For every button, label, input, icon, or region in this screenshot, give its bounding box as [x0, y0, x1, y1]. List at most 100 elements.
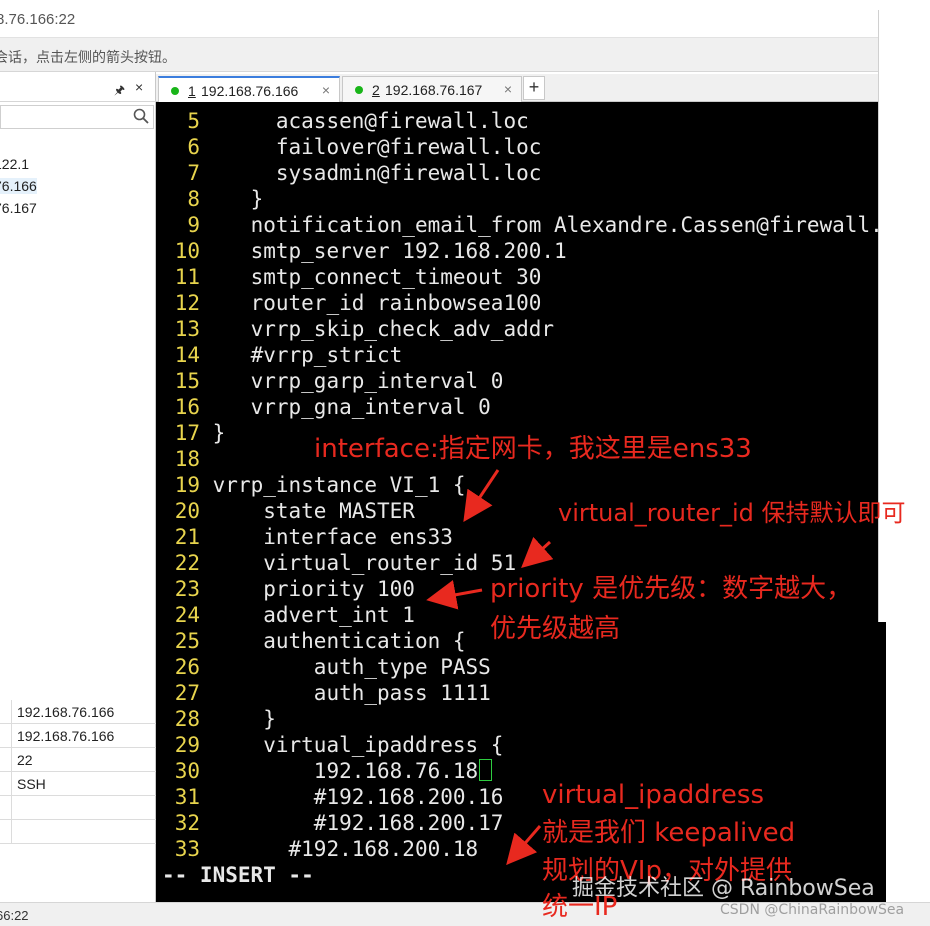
line-number: 20 [174, 499, 200, 523]
code-text: advert_int 1 [212, 603, 415, 627]
code-text: vrrp_garp_interval 0 [212, 369, 504, 393]
terminal-line: 14 #vrrp_strict [156, 342, 886, 368]
hint-bar: 会话，点击左侧的箭头按钮。 [0, 38, 930, 72]
line-number: 15 [174, 369, 200, 393]
line-number: 19 [174, 473, 200, 497]
terminal-line: 26 auth_type PASS [156, 654, 886, 680]
line-number: 8 [187, 187, 200, 211]
search-icon[interactable] [133, 108, 149, 124]
code-text: #192.168.200.16 [212, 785, 504, 809]
code-text: } [212, 707, 276, 731]
new-tab-button[interactable]: + [523, 76, 545, 100]
line-number: 31 [174, 785, 200, 809]
line-number: 30 [174, 759, 200, 783]
code-text: } [212, 421, 226, 445]
code-text: auth_type PASS [212, 655, 491, 679]
line-number: 7 [187, 161, 200, 185]
line-number: 10 [174, 239, 200, 263]
title-bar: 8.76.166:22 [0, 0, 930, 38]
line-number: 23 [174, 577, 200, 601]
terminal-line: 30 192.168.76.18 [156, 758, 886, 784]
terminal-line: 5 acassen@firewall.loc [156, 108, 886, 134]
session-properties: 192.168.76.166 192.168.76.166 22 SSH [0, 700, 156, 844]
property-row [0, 796, 156, 820]
line-number: 18 [174, 447, 200, 471]
terminal-line: 13 vrrp_skip_check_adv_addr [156, 316, 886, 342]
terminal-line: 27 auth_pass 1111 [156, 680, 886, 706]
connected-dot-icon [355, 86, 363, 94]
code-text: priority 100 [212, 577, 415, 601]
code-text: authentication { [212, 629, 466, 653]
property-value: SSH [17, 776, 46, 792]
vim-mode-indicator: -- INSERT -- [162, 863, 314, 887]
line-number: 17 [174, 421, 200, 445]
property-value: 22 [17, 752, 33, 768]
window-title: 8.76.166:22 [0, 11, 76, 28]
session-tree-item[interactable]: 76.167 [0, 200, 37, 216]
terminal-line: 9 notification_email_from Alexandre.Cass… [156, 212, 886, 238]
status-text: 66:22 [0, 908, 29, 923]
property-row [0, 820, 156, 844]
tab-close-icon[interactable]: × [322, 82, 330, 98]
code-text: virtual_router_id 51 [212, 551, 517, 575]
terminal-line: 8 } [156, 186, 886, 212]
terminal-line: 6 failover@firewall.loc [156, 134, 886, 160]
csdn-watermark: CSDN @ChinaRainbowSea [720, 902, 905, 918]
terminal-line: 31 #192.168.200.16 [156, 784, 886, 810]
tab-number: 1 [188, 83, 196, 99]
code-text: sysadmin@firewall.loc [212, 161, 542, 185]
code-text: smtp_server 192.168.200.1 [212, 239, 567, 263]
line-number: 27 [174, 681, 200, 705]
terminal-line: 15 vrrp_garp_interval 0 [156, 368, 886, 394]
terminal-line: 7 sysadmin@firewall.loc [156, 160, 886, 186]
tab-number: 2 [372, 82, 380, 98]
session-tree-item[interactable]: 122.1 [0, 156, 29, 172]
pin-icon[interactable]: 🖈 [114, 81, 125, 102]
line-number: 12 [174, 291, 200, 315]
code-text: vrrp_instance VI_1 { [212, 473, 466, 497]
tab-session-1[interactable]: 1 192.168.76.166 × [158, 76, 340, 102]
line-number: 16 [174, 395, 200, 419]
line-number: 33 [174, 837, 200, 861]
code-text: interface ens33 [212, 525, 453, 549]
annotation-vip-line2: 就是我们 keepalived [542, 818, 796, 848]
tab-label: 192.168.76.166 [201, 83, 299, 99]
property-row: 22 [0, 748, 156, 772]
code-text: } [212, 187, 264, 211]
code-text: vrrp_gna_interval 0 [212, 395, 491, 419]
tab-session-2[interactable]: 2 192.168.76.167 × [342, 76, 522, 102]
panel-close-button[interactable]: × [135, 79, 143, 95]
line-number: 11 [174, 265, 200, 289]
code-text: failover@firewall.loc [212, 135, 542, 159]
code-text: state MASTER [212, 499, 415, 523]
code-text: auth_pass 1111 [212, 681, 491, 705]
tab-close-icon[interactable]: × [504, 81, 512, 97]
connected-dot-icon [171, 87, 179, 95]
session-search-input[interactable] [0, 105, 154, 129]
hint-text: 会话，点击左侧的箭头按钮。 [0, 50, 176, 66]
tab-bar: 1 192.168.76.166 × 2 192.168.76.167 × + [156, 74, 878, 102]
line-number: 26 [174, 655, 200, 679]
code-text: smtp_connect_timeout 30 [212, 265, 542, 289]
code-text: vrrp_skip_check_adv_addr [212, 317, 555, 341]
tab-label: 192.168.76.167 [385, 82, 483, 98]
property-value: 192.168.76.166 [17, 704, 115, 720]
side-window [878, 10, 930, 622]
terminal-line: 12 router_id rainbowsea100 [156, 290, 886, 316]
code-text: #192.168.200.17 [212, 811, 504, 835]
property-row: 192.168.76.166 [0, 700, 156, 724]
annotation-interface: interface:指定网卡，我这里是ens33 [314, 434, 752, 464]
terminal-line: 11 smtp_connect_timeout 30 [156, 264, 886, 290]
line-number: 14 [174, 343, 200, 367]
line-number: 25 [174, 629, 200, 653]
line-number: 6 [187, 135, 200, 159]
session-tree-item[interactable]: 76.166 [0, 178, 37, 194]
code-text: acassen@firewall.loc [212, 109, 529, 133]
line-number: 29 [174, 733, 200, 757]
annotation-router-id: virtual_router_id 保持默认即可 [558, 499, 906, 527]
property-row: SSH [0, 772, 156, 796]
property-value: 192.168.76.166 [17, 728, 115, 744]
annotation-vip-line1: virtual_ipaddress [542, 780, 765, 810]
line-number: 21 [174, 525, 200, 549]
line-number: 22 [174, 551, 200, 575]
